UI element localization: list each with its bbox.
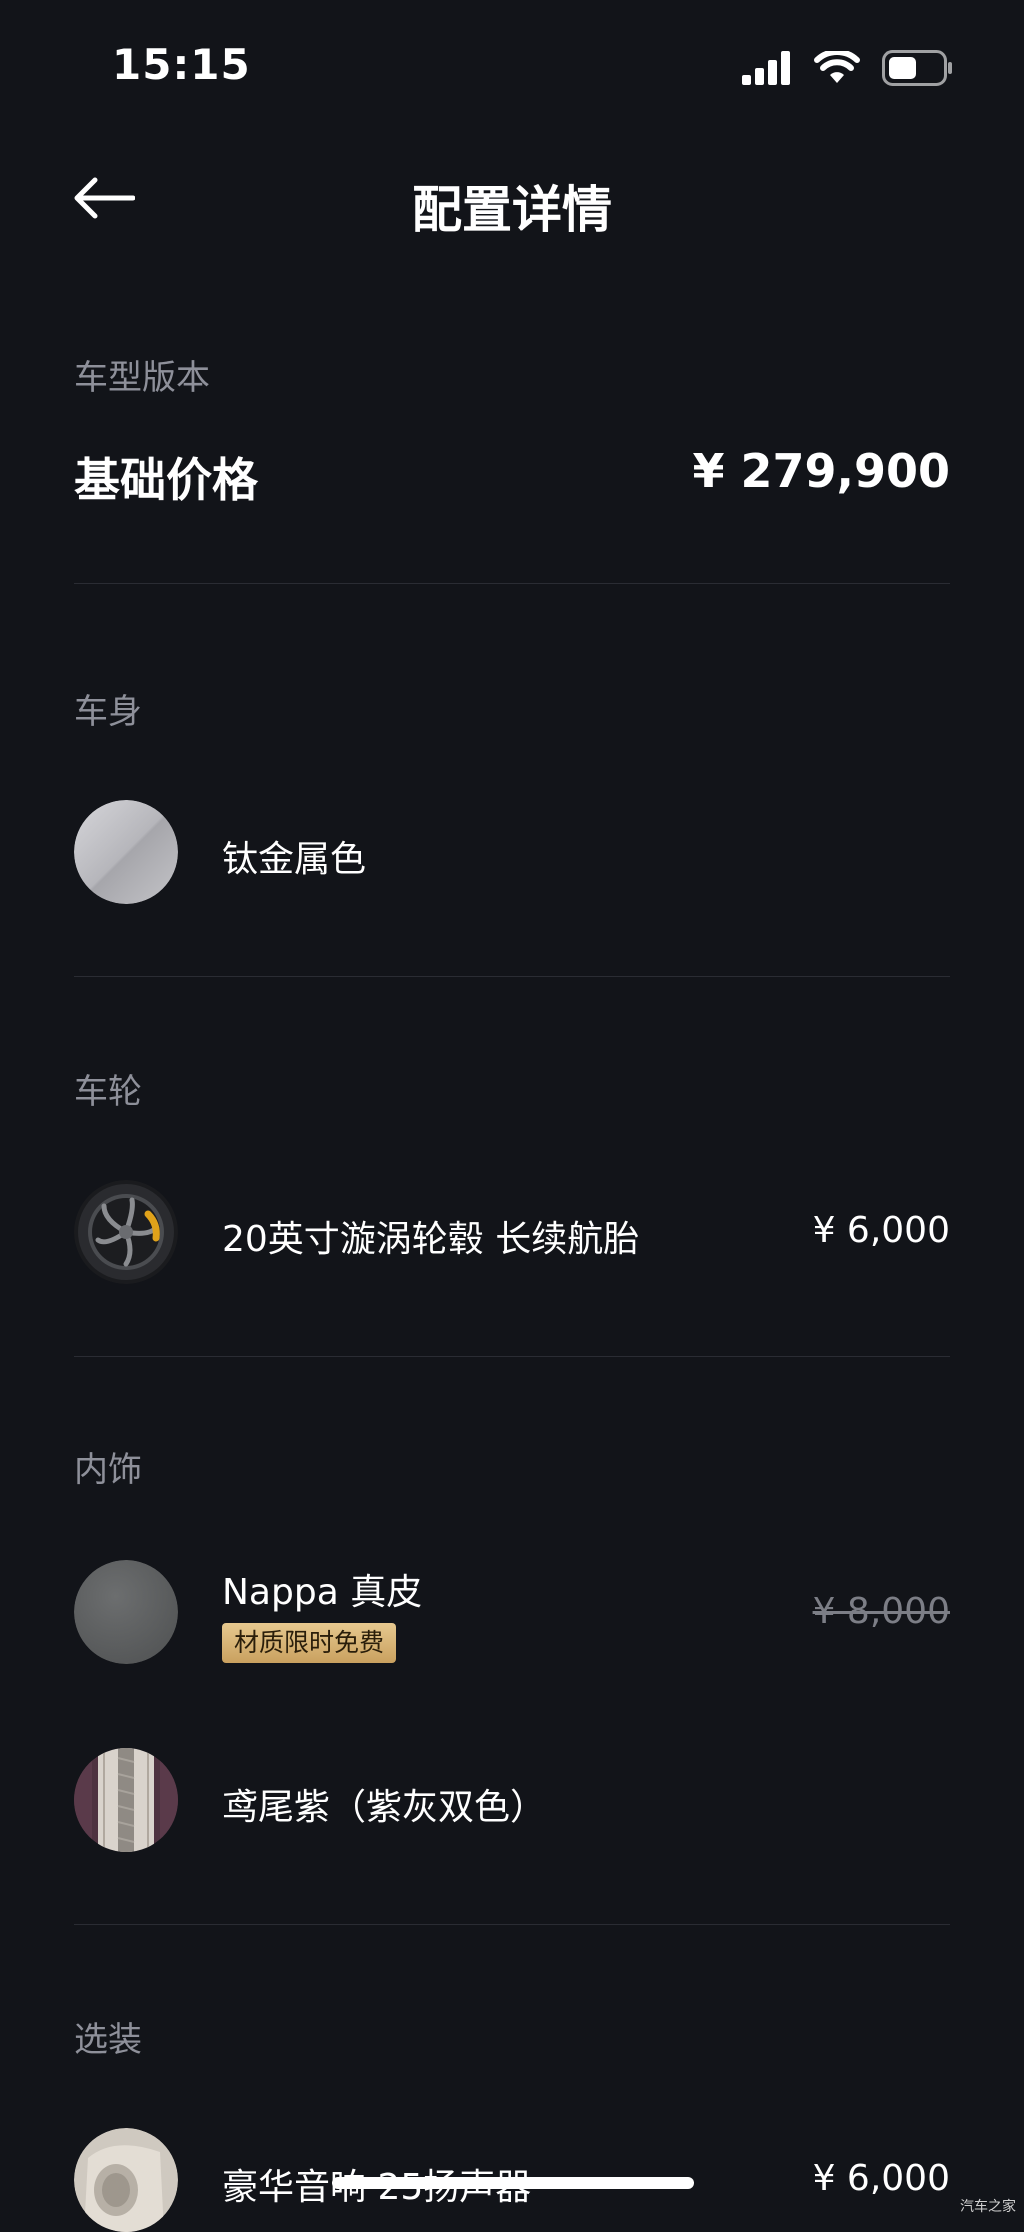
section-label-options: 选装 bbox=[74, 2020, 142, 2060]
body-color-swatch[interactable] bbox=[74, 800, 178, 904]
base-price-label: 基础价格 bbox=[74, 453, 258, 507]
wheel-thumbnail[interactable] bbox=[74, 1180, 178, 1284]
battery-icon bbox=[882, 50, 954, 90]
section-label-wheel: 车轮 bbox=[74, 1072, 142, 1112]
audio-price: ¥ 6,000 bbox=[812, 2158, 950, 2199]
interior-color-name: 鸢尾紫（紫灰双色） bbox=[222, 1787, 547, 1828]
page-title: 配置详情 bbox=[412, 181, 612, 239]
body-color-name: 钛金属色 bbox=[222, 839, 367, 880]
status-time: 15:15 bbox=[112, 40, 251, 89]
section-label-body: 车身 bbox=[74, 692, 142, 732]
leather-name: Nappa 真皮 bbox=[222, 1572, 423, 1613]
divider bbox=[74, 1356, 950, 1357]
leather-price-struck: ¥ 8,000 bbox=[812, 1591, 950, 1632]
speaker-icon bbox=[74, 2128, 178, 2232]
divider bbox=[74, 583, 950, 584]
divider bbox=[74, 976, 950, 977]
status-icons bbox=[742, 49, 954, 90]
promo-badge: 材质限时免费 bbox=[222, 1623, 397, 1663]
home-indicator[interactable] bbox=[332, 2177, 694, 2189]
signal-icon bbox=[742, 51, 792, 89]
wheel-icon bbox=[74, 1180, 178, 1284]
wifi-icon bbox=[814, 49, 860, 89]
section-label-interior: 内饰 bbox=[74, 1450, 142, 1490]
wheel-name: 20英寸漩涡轮毂 长续航胎 bbox=[222, 1219, 640, 1260]
base-price-value: ¥ 279,900 bbox=[692, 444, 950, 498]
leather-swatch[interactable] bbox=[74, 1560, 178, 1664]
watermark: 汽车之家 bbox=[960, 2199, 1016, 2215]
wheel-price: ¥ 6,000 bbox=[812, 1210, 950, 1251]
interior-color-swatch[interactable] bbox=[74, 1748, 178, 1852]
header: 配置详情 bbox=[0, 150, 1024, 250]
section-label-model: 车型版本 bbox=[74, 358, 210, 398]
status-bar: 15:15 bbox=[0, 0, 1024, 140]
divider bbox=[74, 1924, 950, 1925]
audio-thumbnail[interactable] bbox=[74, 2128, 178, 2232]
